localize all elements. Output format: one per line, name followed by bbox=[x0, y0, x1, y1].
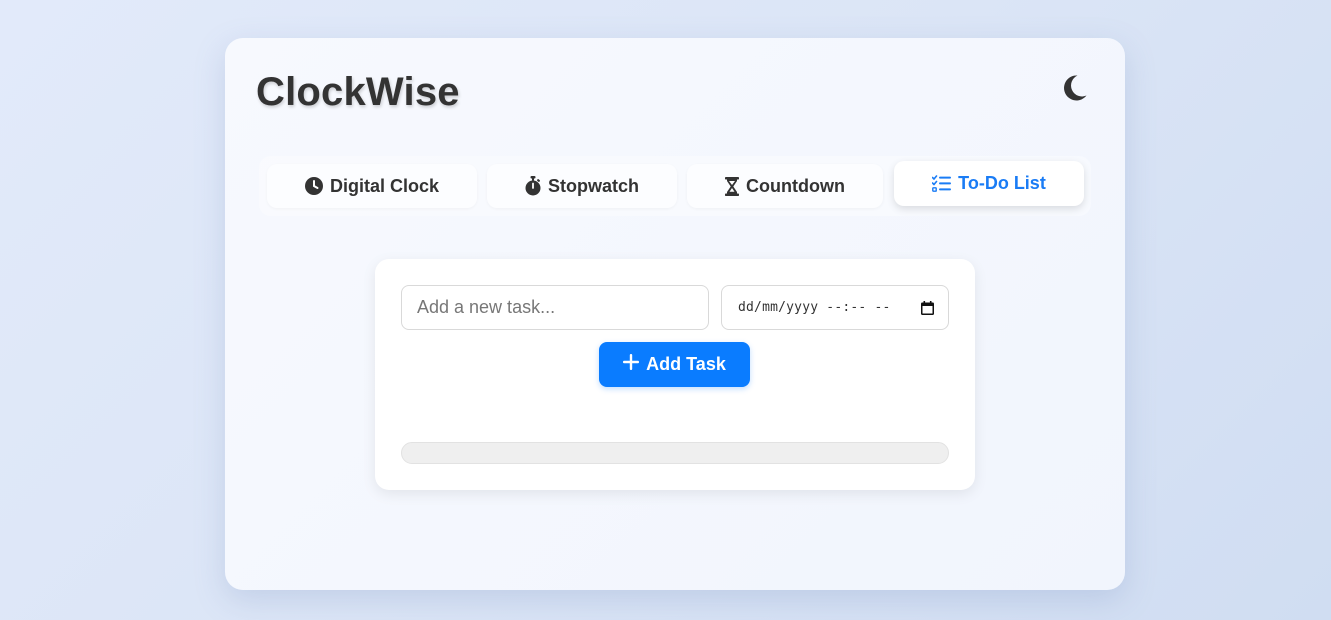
checklist-icon bbox=[932, 175, 952, 192]
clock-icon bbox=[304, 177, 323, 195]
stopwatch-icon bbox=[525, 176, 541, 196]
moon-icon bbox=[1062, 74, 1088, 107]
app-container: ClockWise Digital Clock Stopwatch Countd… bbox=[225, 38, 1125, 590]
tab-digital-clock[interactable]: Digital Clock bbox=[267, 164, 477, 208]
tab-bar: Digital Clock Stopwatch Countdown To-Do … bbox=[259, 156, 1091, 216]
calendar-icon[interactable] bbox=[921, 300, 934, 315]
tab-stopwatch[interactable]: Stopwatch bbox=[487, 164, 677, 208]
task-progress-bar bbox=[401, 442, 949, 464]
theme-toggle-button[interactable] bbox=[1059, 74, 1091, 106]
tab-label: To-Do List bbox=[958, 173, 1046, 193]
tab-label: Countdown bbox=[746, 175, 845, 196]
due-date-placeholder: dd/mm/yyyy --:-- -- bbox=[738, 300, 891, 315]
plus-icon bbox=[623, 354, 640, 375]
tab-label: Digital Clock bbox=[329, 175, 440, 196]
add-task-label: Add Task bbox=[646, 354, 726, 374]
todo-panel: dd/mm/yyyy --:-- -- Add Task bbox=[375, 259, 975, 490]
add-task-button[interactable]: Add Task bbox=[599, 342, 750, 387]
hourglass-icon bbox=[725, 176, 740, 196]
due-date-input[interactable]: dd/mm/yyyy --:-- -- bbox=[721, 285, 949, 330]
new-task-input[interactable] bbox=[401, 285, 709, 330]
tab-countdown[interactable]: Countdown bbox=[687, 164, 883, 208]
app-title: ClockWise bbox=[256, 70, 460, 114]
tab-todo-list[interactable]: To-Do List bbox=[894, 161, 1084, 206]
tab-label: Stopwatch bbox=[547, 175, 639, 196]
